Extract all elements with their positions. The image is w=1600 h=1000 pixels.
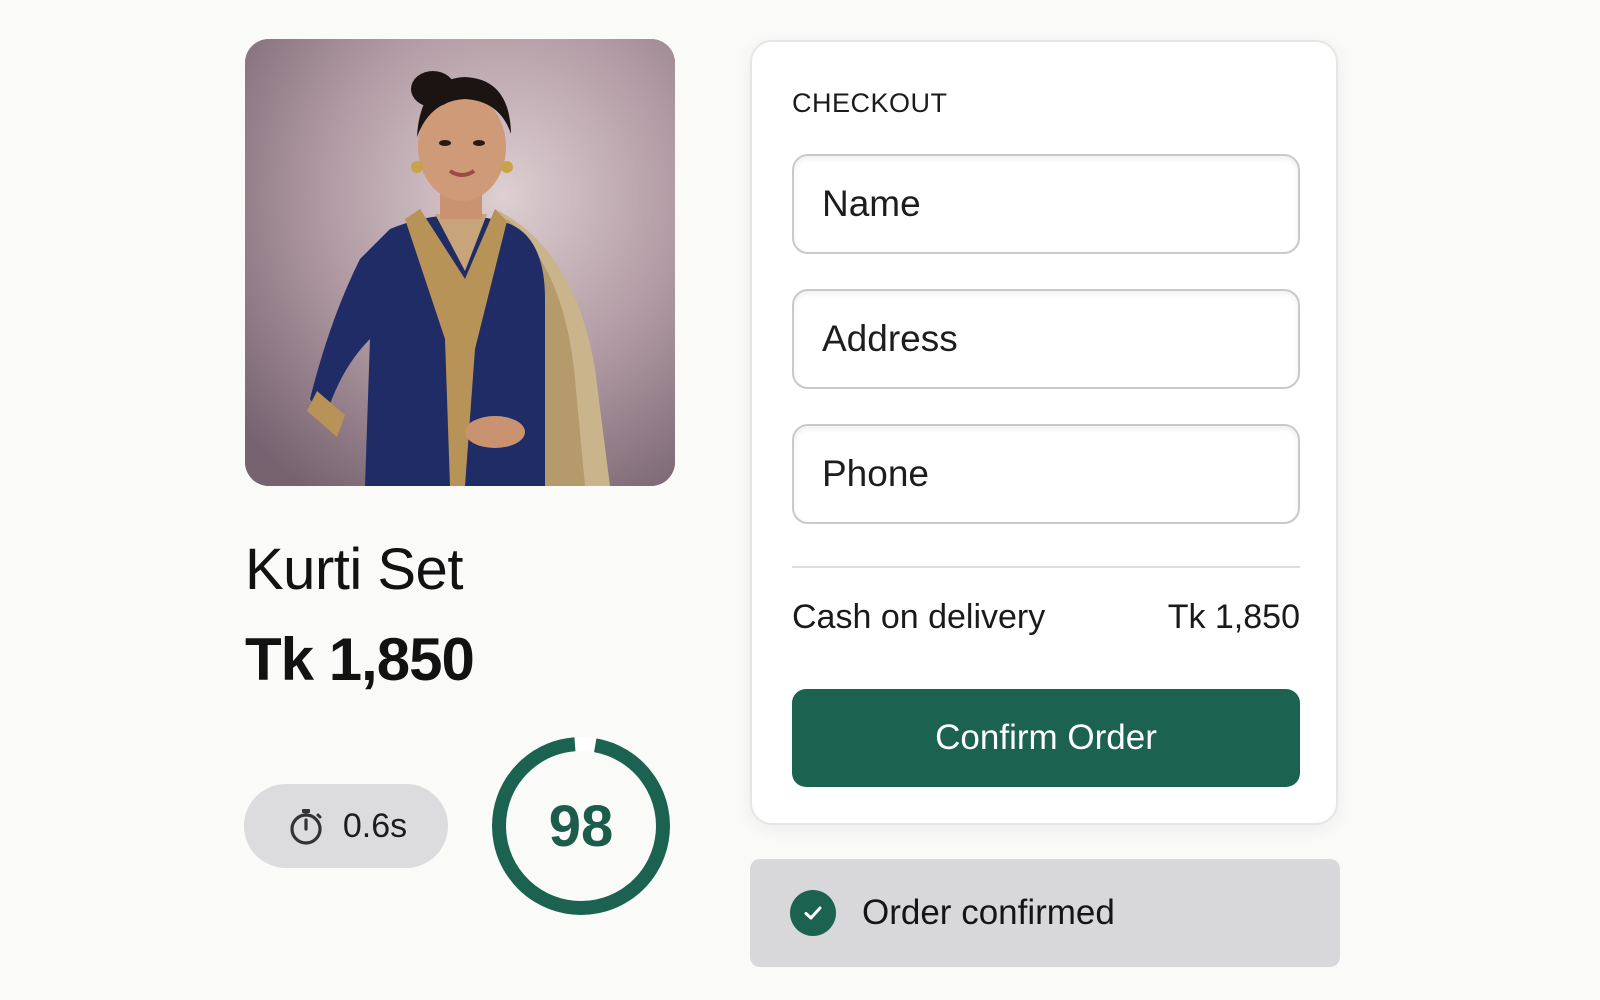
product-image: [245, 39, 675, 486]
product-title: Kurti Set: [245, 537, 463, 602]
name-input[interactable]: [822, 183, 1298, 225]
load-time-value: 0.6s: [342, 806, 408, 845]
confirm-order-button[interactable]: Confirm Order: [792, 689, 1300, 787]
product-price: Tk 1,850: [245, 626, 475, 693]
product-photo: [245, 39, 675, 486]
load-time-pill: 0.6s: [244, 784, 448, 868]
check-circle-icon: [790, 890, 836, 936]
address-field[interactable]: [792, 289, 1300, 389]
banner-text: Order confirmed: [862, 893, 1115, 932]
order-confirmed-banner: Order confirmed: [750, 859, 1340, 967]
checkout-heading: CHECKOUT: [792, 88, 948, 118]
divider: [792, 566, 1300, 568]
score-value: 98: [548, 793, 614, 859]
phone-field[interactable]: [792, 424, 1300, 524]
payment-row: Cash on delivery Tk 1,850: [792, 598, 1300, 637]
name-field[interactable]: [792, 154, 1300, 254]
phone-input[interactable]: [822, 453, 1298, 495]
address-input[interactable]: [822, 318, 1298, 360]
checkmark-icon: [804, 906, 822, 920]
payment-method: Cash on delivery: [792, 598, 1046, 636]
stopwatch-icon: [290, 809, 322, 845]
checkout-card: CHECKOUT Cash on delivery Tk 1,850 Confi…: [750, 40, 1338, 825]
score-ring: 98: [489, 734, 673, 918]
order-total: Tk 1,850: [1167, 598, 1300, 636]
